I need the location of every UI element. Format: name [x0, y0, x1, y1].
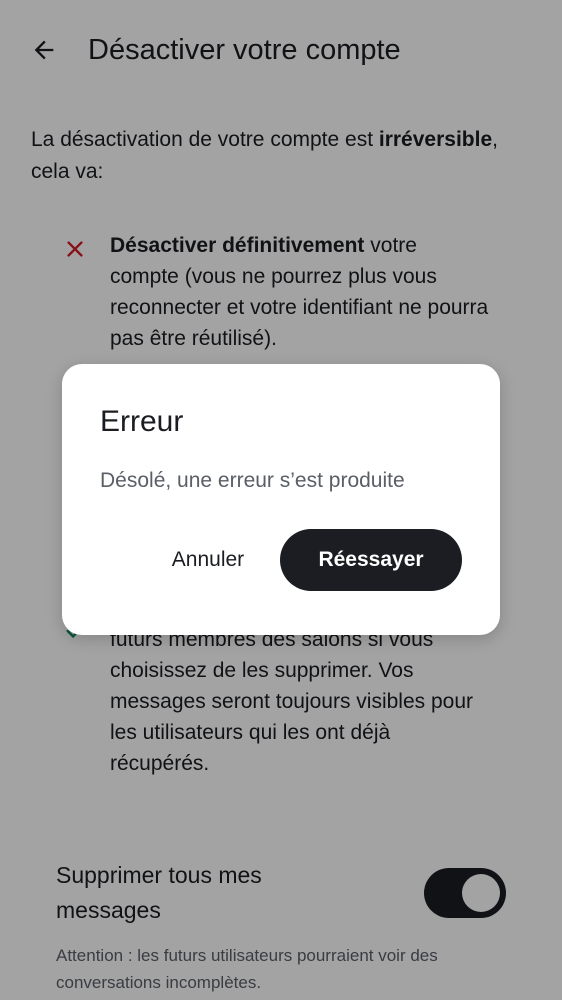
retry-button[interactable]: Réessayer [280, 529, 462, 591]
deactivate-account-screen: Désactiver votre compte La désactivation… [0, 0, 562, 1000]
dialog-title: Erreur [100, 405, 184, 438]
dialog-message: Désolé, une erreur s’est produite [100, 469, 405, 492]
error-dialog: Erreur Désolé, une erreur s’est produite… [62, 364, 500, 635]
cancel-button[interactable]: Annuler [152, 529, 264, 591]
